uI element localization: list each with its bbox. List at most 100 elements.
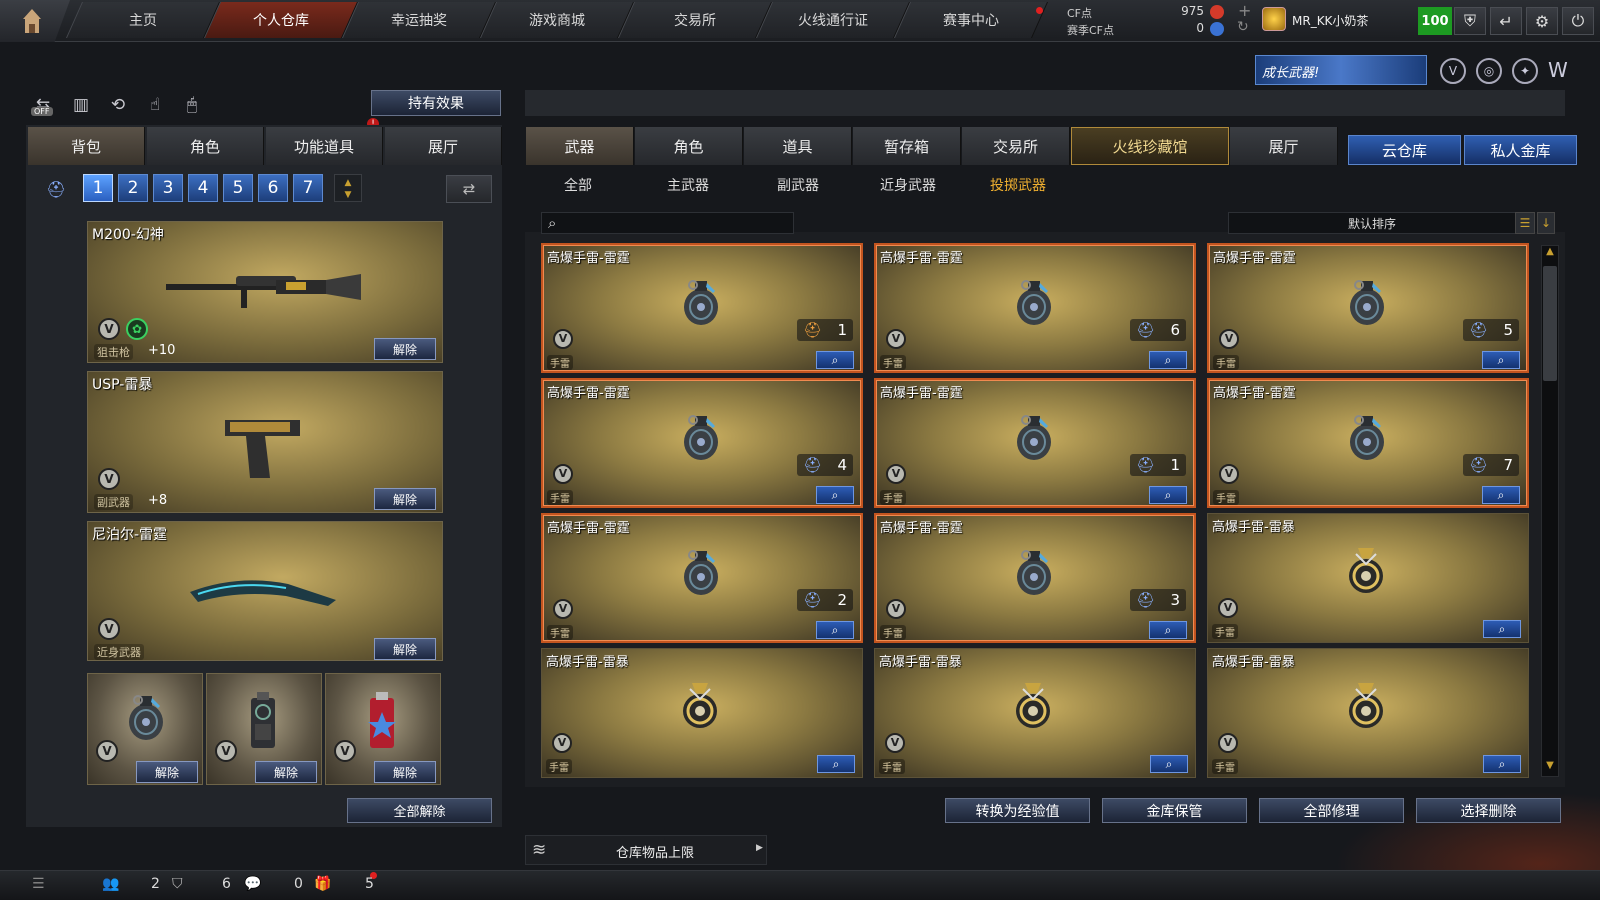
unequip-all-button[interactable]: 全部解除	[347, 798, 492, 823]
mouse-icon[interactable]: 🖱	[178, 93, 206, 117]
left-tab-2[interactable]: 角色	[147, 127, 264, 165]
loadout-slot-3[interactable]: 3	[153, 174, 183, 202]
power-icon[interactable]: ⏻	[1562, 7, 1594, 35]
unequip-button[interactable]: 解除	[374, 761, 436, 783]
inventory-item-card[interactable]: 高爆手雷-雷暴 V 手雷 ⌕	[1207, 513, 1529, 643]
filter-tab-1[interactable]: 全部	[528, 175, 628, 195]
refresh-icon[interactable]: ↻	[1237, 19, 1249, 35]
inventory-item-card[interactable]: 高爆手雷-雷暴 V 手雷 ⌕	[874, 648, 1196, 778]
return-icon[interactable]: ↵	[1490, 7, 1522, 35]
right-tab-6[interactable]: 火线珍藏馆	[1071, 127, 1229, 165]
throwable-slot[interactable]: V 解除	[325, 673, 441, 785]
w-logo-icon[interactable]: W	[1548, 58, 1568, 82]
scroll-down-arrow[interactable]: ▼	[1542, 760, 1558, 776]
friends-icon[interactable]: 👥	[102, 876, 119, 892]
inspect-button[interactable]: ⌕	[1483, 620, 1521, 638]
inventory-item-card[interactable]: 高爆手雷-雷霆 V 手雷 ⛑ 1 ⌕	[874, 378, 1196, 508]
left-tab-4[interactable]: 展厅	[385, 127, 502, 165]
inspect-button[interactable]: ⌕	[1150, 755, 1188, 773]
loadout-slot-2[interactable]: 2	[118, 174, 148, 202]
guild-shield-icon[interactable]: ⛉	[172, 876, 183, 892]
globe-icon[interactable]: ◎	[1476, 58, 1502, 84]
throwable-slot[interactable]: V 解除	[87, 673, 203, 785]
sort-dropdown[interactable]: 默认排序	[1228, 212, 1516, 234]
search-input[interactable]: ⌕	[541, 212, 794, 234]
inventory-item-card[interactable]: 高爆手雷-雷霆 V 手雷 ⛑ 1 ⌕	[541, 243, 863, 373]
v-badge-icon[interactable]: V	[1440, 58, 1466, 84]
inventory-item-card[interactable]: 高爆手雷-雷霆 V 手雷 ⛑ 3 ⌕	[874, 513, 1196, 643]
hold-effect-button[interactable]: 持有效果	[371, 90, 501, 116]
filter-tab-2[interactable]: 主武器	[638, 175, 738, 195]
inspect-button[interactable]: ⌕	[816, 486, 854, 504]
inspect-button[interactable]: ⌕	[1149, 486, 1187, 504]
inspect-button[interactable]: ⌕	[1482, 486, 1520, 504]
unequip-button[interactable]: 解除	[374, 488, 436, 510]
gift-icon[interactable]: 🎁	[314, 876, 331, 892]
inventory-item-card[interactable]: 高爆手雷-雷霆 V 手雷 ⛑ 5 ⌕	[1207, 243, 1529, 373]
loadout-slot-6[interactable]: 6	[258, 174, 288, 202]
action-button-2[interactable]: 金库保管	[1102, 798, 1247, 823]
private-vault-tab[interactable]: 私人金库	[1464, 135, 1577, 165]
sort-direction-icon[interactable]: ↓	[1537, 212, 1555, 234]
unequip-button[interactable]: 解除	[255, 761, 317, 783]
inspect-button[interactable]: ⌕	[817, 755, 855, 773]
inspect-button[interactable]: ⌕	[816, 621, 854, 639]
stats-icon[interactable]: ▥	[67, 93, 95, 117]
rank-avatar[interactable]	[1262, 7, 1286, 31]
right-tab-7[interactable]: 展厅	[1230, 127, 1338, 165]
right-tab-4[interactable]: 暂存箱	[853, 127, 961, 165]
inspect-button[interactable]: ⌕	[816, 351, 854, 369]
throwable-slot[interactable]: V 解除	[206, 673, 322, 785]
right-tab-5[interactable]: 交易所	[962, 127, 1070, 165]
left-tab-1[interactable]: 背包	[28, 127, 145, 165]
nav-tab-2[interactable]: 个人仓库	[203, 2, 359, 38]
cloud-storage-tab[interactable]: 云仓库	[1348, 135, 1461, 165]
inventory-item-card[interactable]: 高爆手雷-雷霆 V 手雷 ⛑ 2 ⌕	[541, 513, 863, 643]
inspect-button[interactable]: ⌕	[1149, 621, 1187, 639]
nav-tab-1[interactable]: 主页	[65, 2, 221, 38]
right-tab-3[interactable]: 道具	[744, 127, 852, 165]
list-view-icon[interactable]: ☰	[1515, 212, 1535, 234]
loadout-slot-7[interactable]: 7	[293, 174, 323, 202]
loadout-slot-5[interactable]: 5	[223, 174, 253, 202]
recharge-plus-icon[interactable]: +	[1238, 1, 1251, 20]
scroll-up-arrow[interactable]: ▲	[1542, 246, 1558, 262]
right-tab-1[interactable]: 武器	[526, 127, 634, 165]
inspect-button[interactable]: ⌕	[1149, 351, 1187, 369]
action-button-3[interactable]: 全部修理	[1259, 798, 1404, 823]
equipped-weapon-card[interactable]: M200-幻神 V ✿ 狙击枪 +10 解除	[87, 221, 443, 363]
swap-loadout-button[interactable]: ⇄	[446, 175, 492, 203]
nav-tab-3[interactable]: 幸运抽奖	[341, 2, 497, 38]
hand-icon[interactable]: ☝	[141, 93, 169, 117]
username[interactable]: MR_KK小奶茶	[1292, 12, 1368, 29]
gear-icon[interactable]: ⚙	[1526, 7, 1558, 35]
inventory-item-card[interactable]: 高爆手雷-雷霆 V 手雷 ⛑ 6 ⌕	[874, 243, 1196, 373]
unequip-button[interactable]: 解除	[374, 638, 436, 660]
inspect-button[interactable]: ⌕	[1483, 755, 1521, 773]
inventory-item-card[interactable]: 高爆手雷-雷霆 V 手雷 ⛑ 7 ⌕	[1207, 378, 1529, 508]
growth-weapon-banner[interactable]: 成长武器!	[1255, 55, 1427, 85]
equipped-weapon-card[interactable]: USP-雷暴 V 副武器 +8 解除	[87, 371, 443, 513]
equipped-weapon-card[interactable]: 尼泊尔-雷霆 V 近身武器 解除	[87, 521, 443, 661]
inventory-item-card[interactable]: 高爆手雷-雷暴 V 手雷 ⌕	[1207, 648, 1529, 778]
filter-tab-3[interactable]: 副武器	[748, 175, 848, 195]
scrollbar-thumb[interactable]	[1543, 266, 1557, 381]
right-tab-2[interactable]: 角色	[635, 127, 743, 165]
inspect-button[interactable]: ⌕	[1482, 351, 1520, 369]
slot-scroll-arrows[interactable]: ▲ ▼	[334, 174, 362, 202]
chat-icon[interactable]: 💬	[244, 876, 261, 892]
history-icon[interactable]: ⟲	[104, 93, 132, 117]
nav-tab-6[interactable]: 火线通行证	[755, 2, 911, 38]
inventory-item-card[interactable]: 高爆手雷-雷暴 V 手雷 ⌕	[541, 648, 863, 778]
unequip-button[interactable]: 解除	[374, 338, 436, 360]
menu-icon[interactable]: ☰	[32, 876, 45, 892]
shield-icon[interactable]: ⛨	[1454, 7, 1486, 35]
filter-tab-4[interactable]: 近身武器	[858, 175, 958, 195]
crosshair-icon[interactable]: ✦	[1512, 58, 1538, 84]
action-button-4[interactable]: 选择删除	[1416, 798, 1561, 823]
action-button-1[interactable]: 转换为经验值	[945, 798, 1090, 823]
expand-arrow-icon[interactable]: ▶	[756, 843, 763, 853]
nav-tab-7[interactable]: 赛事中心	[893, 2, 1049, 38]
inventory-item-card[interactable]: 高爆手雷-雷霆 V 手雷 ⛑ 4 ⌕	[541, 378, 863, 508]
filter-tab-5[interactable]: 投掷武器	[968, 175, 1068, 195]
